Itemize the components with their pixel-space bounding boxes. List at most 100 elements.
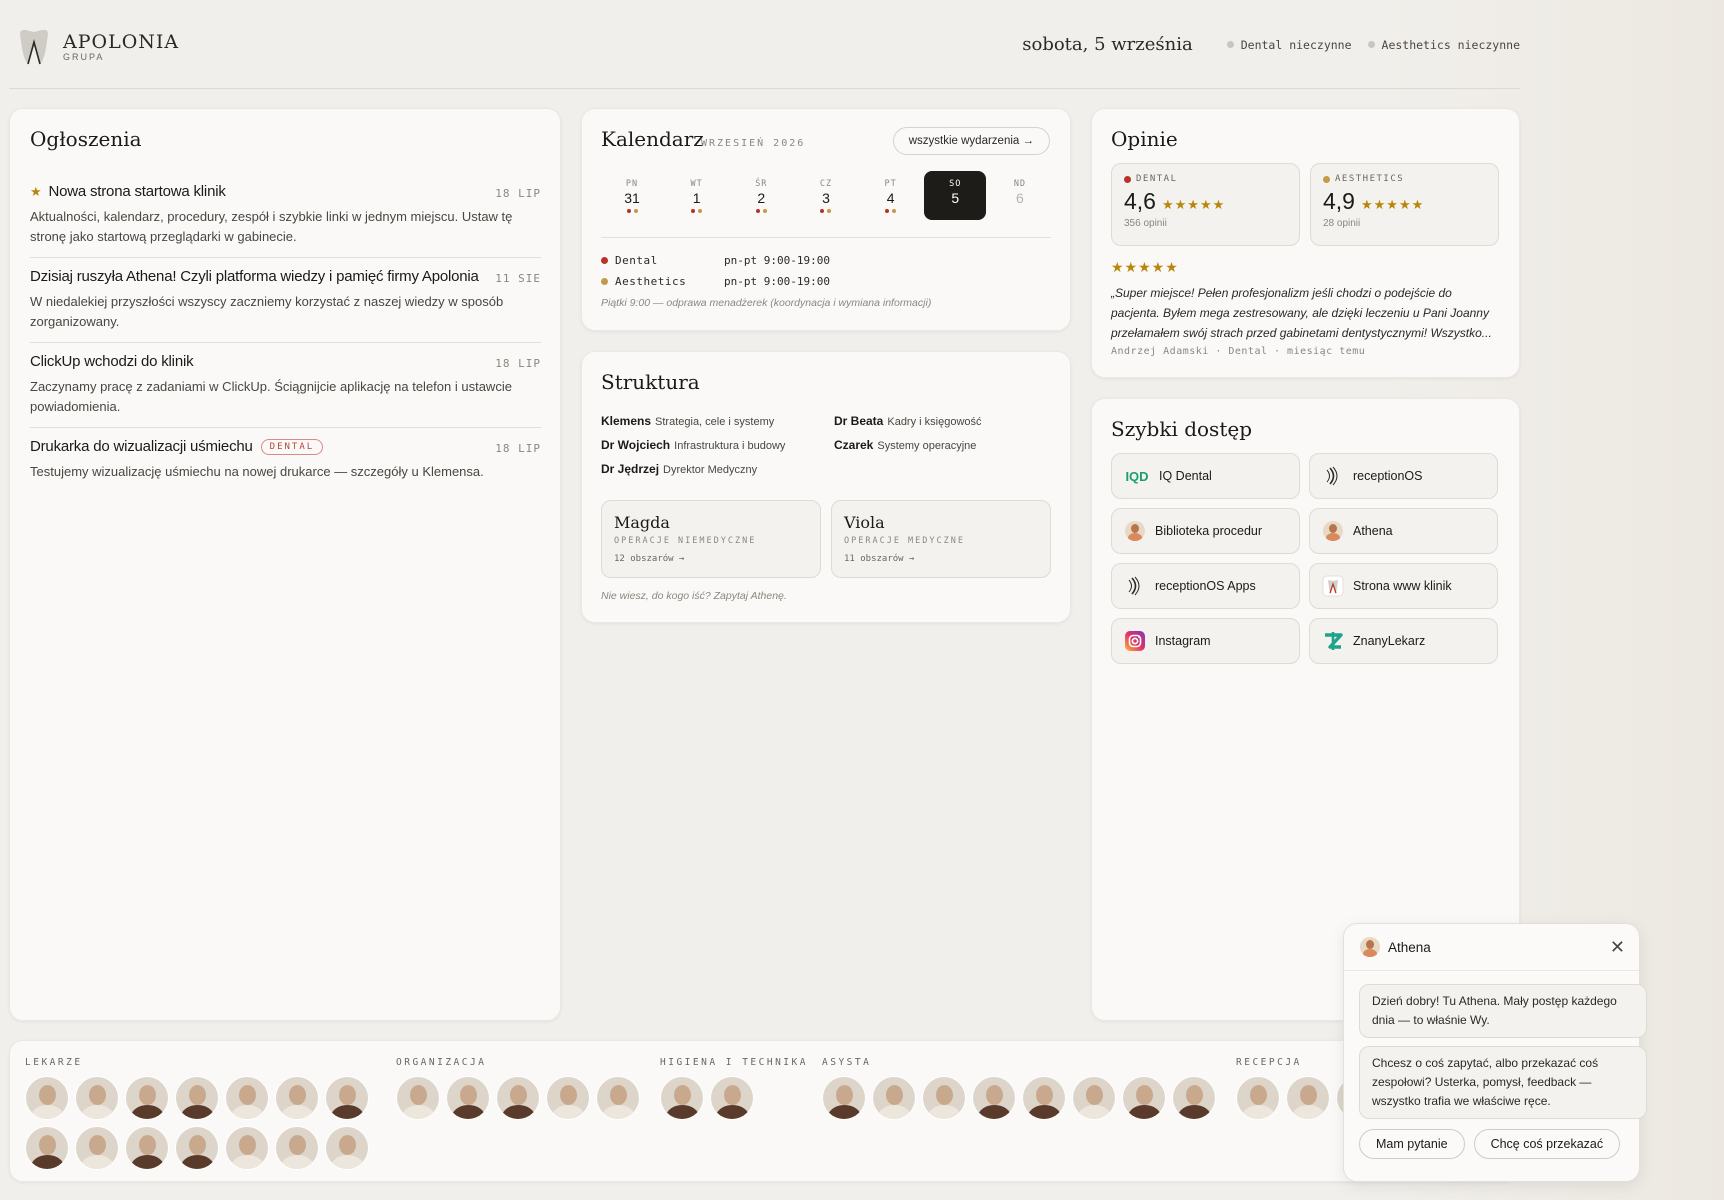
team-avatar[interactable] xyxy=(225,1126,269,1170)
area-count: 11 obszarów → xyxy=(844,554,915,564)
team-avatar[interactable] xyxy=(872,1076,916,1120)
review-count: 356 opinii xyxy=(1124,218,1167,229)
quick-link-label: ZnanyLekarz xyxy=(1353,634,1426,648)
team-avatar[interactable] xyxy=(660,1076,704,1120)
person-role: Kadry i księgowość xyxy=(887,416,982,428)
apolonia-logo-icon xyxy=(1322,575,1344,597)
team-avatar[interactable] xyxy=(710,1076,754,1120)
structure-title: Struktura xyxy=(601,370,700,394)
calendar-day[interactable]: WT 1 xyxy=(666,171,728,220)
athena-avatar-icon xyxy=(1124,520,1146,542)
current-date: sobota, 5 września xyxy=(1022,34,1193,55)
team-avatar[interactable] xyxy=(275,1126,319,1170)
announcement-body: W niedalekiej przyszłości wszyscy zaczni… xyxy=(30,294,504,329)
day-name: PT xyxy=(884,179,897,189)
announcements-title: Ogłoszenia xyxy=(30,127,142,151)
calendar-day[interactable]: PN 31 xyxy=(601,171,663,220)
person-role: Strategia, cele i systemy xyxy=(655,416,775,428)
day-number: 31 xyxy=(624,190,640,206)
announcement-item[interactable]: ★ Nowa strona startowa klinik 18 LIP Aktu… xyxy=(30,173,541,258)
announcement-item[interactable]: Dzisiaj ruszyła Athena! Czyli platforma … xyxy=(30,258,541,343)
day-name: SO xyxy=(949,179,962,189)
quick-link-receptionos[interactable]: receptionOS xyxy=(1309,453,1498,499)
question-button[interactable]: Mam pytanie xyxy=(1359,1129,1465,1159)
team-avatar[interactable] xyxy=(175,1126,219,1170)
status-dental: Dental nieczynne xyxy=(1226,38,1352,52)
announcement-item[interactable]: ClickUp wchodzi do klinik 18 LIP Zaczyna… xyxy=(30,343,541,428)
team-avatar[interactable] xyxy=(125,1076,169,1120)
announcement-item[interactable]: Drukarka do wizualizacji uśmiechu DENTAL … xyxy=(30,428,541,492)
quick-link-label: receptionOS Apps xyxy=(1155,579,1256,593)
quick-link-procedures[interactable]: Biblioteka procedur xyxy=(1111,508,1300,554)
area-card-magda[interactable]: Magda OPERACJE NIEMEDYCZNE 12 obszarów → xyxy=(601,500,821,578)
apolonia-logo[interactable]: APOLONIA GRUPA xyxy=(17,28,179,66)
calendar-day-today[interactable]: SO 5 xyxy=(924,171,987,220)
team-avatar[interactable] xyxy=(546,1076,590,1120)
day-name: WT xyxy=(690,179,703,189)
event-dot xyxy=(633,209,638,213)
score-aesthetics[interactable]: AESTHETICS 4,9 ★★★★★ 28 opinii xyxy=(1310,163,1499,246)
team-avatar[interactable] xyxy=(1072,1076,1116,1120)
event-dot xyxy=(698,209,703,213)
structure-person: Dr Wojciech Infrastruktura i budowy xyxy=(601,438,834,452)
team-avatar[interactable] xyxy=(972,1076,1016,1120)
team-avatar[interactable] xyxy=(75,1076,119,1120)
quick-link-clinic-website[interactable]: Strona www klinik xyxy=(1309,563,1498,609)
team-avatar[interactable] xyxy=(446,1076,490,1120)
athena-avatar xyxy=(1125,521,1145,541)
calendar-day[interactable]: PT 4 xyxy=(860,171,922,220)
quick-link-athena[interactable]: Athena xyxy=(1309,508,1498,554)
calendar-day[interactable]: ŚR 2 xyxy=(730,171,792,220)
area-card-viola[interactable]: Viola OPERACJE MEDYCZNE 11 obszarów → xyxy=(831,500,1051,578)
day-name: ND xyxy=(1013,179,1027,189)
review-quote: „Super miejsce! Pełen profesjonalizm jeś… xyxy=(1111,286,1492,340)
calendar-day[interactable]: CZ 3 xyxy=(795,171,857,220)
event-dot xyxy=(691,209,696,213)
area-name: Viola xyxy=(844,513,885,532)
team-avatar[interactable] xyxy=(325,1076,369,1120)
all-events-button[interactable]: wszystkie wydarzenia → xyxy=(892,127,1050,155)
team-avatar[interactable] xyxy=(1122,1076,1166,1120)
structure-card: Struktura Klemens Strategia, cele i syste… xyxy=(581,351,1071,623)
announcement-date: 18 LIP xyxy=(495,187,541,200)
event-dots xyxy=(730,209,792,213)
team-avatar[interactable] xyxy=(75,1126,119,1170)
hours-dental: Dental pn-pt 9:00-19:00 xyxy=(601,250,830,271)
event-dot xyxy=(755,209,760,213)
team-avatar[interactable] xyxy=(125,1126,169,1170)
calendar-day[interactable]: ND 6 xyxy=(989,171,1051,220)
structure-note: Nie wiesz, do kogo iść? Zapytaj Athenę. xyxy=(601,590,787,602)
event-dot xyxy=(892,209,897,213)
reviews-title: Opinie xyxy=(1111,127,1178,151)
team-avatar[interactable] xyxy=(822,1076,866,1120)
team-avatar[interactable] xyxy=(175,1076,219,1120)
team-avatar[interactable] xyxy=(25,1126,69,1170)
quick-link-iq-dental[interactable]: IQD IQ Dental xyxy=(1111,453,1300,499)
team-avatar[interactable] xyxy=(1022,1076,1066,1120)
share-button[interactable]: Chcę coś przekazać xyxy=(1473,1129,1621,1159)
team-avatar[interactable] xyxy=(1172,1076,1216,1120)
team-avatar[interactable] xyxy=(325,1126,369,1170)
team-avatar[interactable] xyxy=(596,1076,640,1120)
chat-title: Athena xyxy=(1388,939,1431,955)
quick-link-znanylekarz[interactable]: ZnanyLekarz xyxy=(1309,618,1498,664)
receptionos-icon xyxy=(1326,466,1338,486)
team-avatar[interactable] xyxy=(396,1076,440,1120)
score-dental[interactable]: DENTAL 4,6 ★★★★★ 356 opinii xyxy=(1111,163,1300,246)
close-icon[interactable]: ✕ xyxy=(1610,938,1625,956)
event-dot xyxy=(827,209,832,213)
team-avatar[interactable] xyxy=(275,1076,319,1120)
announcement-title: Drukarka do wizualizacji uśmiechu xyxy=(30,438,253,455)
team-avatar[interactable] xyxy=(25,1076,69,1120)
team-avatar[interactable] xyxy=(225,1076,269,1120)
day-number: 5 xyxy=(951,190,960,206)
team-avatar[interactable] xyxy=(1236,1076,1280,1120)
calendar-note: Piątki 9:00 — odprawa menadżerek (koordy… xyxy=(601,297,932,309)
person-name: Dr Jędrzej xyxy=(601,462,660,476)
quick-link-receptionos-apps[interactable]: receptionOS Apps xyxy=(1111,563,1300,609)
team-avatar[interactable] xyxy=(922,1076,966,1120)
quick-link-label: Athena xyxy=(1353,524,1393,538)
quick-link-instagram[interactable]: Instagram xyxy=(1111,618,1300,664)
team-avatar[interactable] xyxy=(1286,1076,1330,1120)
team-avatar[interactable] xyxy=(496,1076,540,1120)
